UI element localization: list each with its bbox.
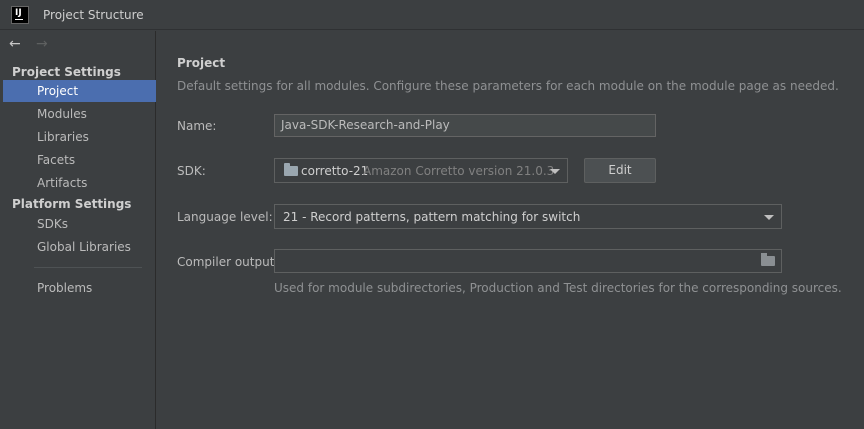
sdk-dropdown[interactable]: corretto-21 Amazon Corretto version 21.0… [274, 158, 568, 183]
panel-description: Default settings for all modules. Config… [177, 79, 839, 93]
name-label: Name: [177, 119, 217, 133]
sidebar-item-sdks[interactable]: SDKs [3, 213, 156, 235]
window-title: Project Structure [43, 8, 144, 22]
project-settings-heading: Project Settings [12, 65, 121, 79]
forward-arrow-icon[interactable]: → [36, 34, 48, 54]
browse-folder-icon[interactable] [761, 253, 775, 266]
panel-heading: Project [177, 56, 226, 70]
sidebar-item-libraries[interactable]: Libraries [3, 126, 156, 148]
sdk-version: Amazon Corretto version 21.0.3 [363, 164, 555, 178]
language-level-label: Language level: [177, 210, 273, 224]
intellij-app-icon: IJ [11, 6, 29, 24]
sidebar-item-global-libraries[interactable]: Global Libraries [3, 236, 156, 258]
language-level-dropdown[interactable]: 21 - Record patterns, pattern matching f… [274, 204, 782, 229]
project-settings-panel: Project Default settings for all modules… [157, 31, 864, 429]
platform-settings-heading: Platform Settings [12, 197, 132, 211]
sidebar-item-artifacts[interactable]: Artifacts [3, 172, 156, 194]
edit-sdk-button[interactable]: Edit [584, 158, 656, 183]
sdk-folder-icon [284, 163, 298, 176]
language-level-value: 21 - Record patterns, pattern matching f… [283, 210, 581, 224]
sidebar: ← → Project Settings Project Modules Lib… [0, 31, 156, 429]
chevron-down-icon [550, 169, 560, 174]
chevron-down-icon [764, 215, 774, 220]
sidebar-item-facets[interactable]: Facets [3, 149, 156, 171]
sidebar-item-problems[interactable]: Problems [3, 277, 156, 299]
compiler-output-hint: Used for module subdirectories, Producti… [274, 281, 842, 295]
compiler-output-label: Compiler output: [177, 255, 279, 269]
compiler-output-input[interactable] [274, 249, 782, 273]
sidebar-item-modules[interactable]: Modules [3, 103, 156, 125]
title-bar: IJ Project Structure [0, 0, 864, 30]
project-name-input[interactable]: Java-SDK-Research-and-Play [274, 114, 656, 137]
back-arrow-icon[interactable]: ← [9, 34, 21, 54]
sidebar-item-project[interactable]: Project [3, 80, 156, 102]
sdk-label: SDK: [177, 164, 206, 178]
sidebar-divider [34, 267, 142, 268]
sdk-name: corretto-21 [301, 164, 369, 178]
